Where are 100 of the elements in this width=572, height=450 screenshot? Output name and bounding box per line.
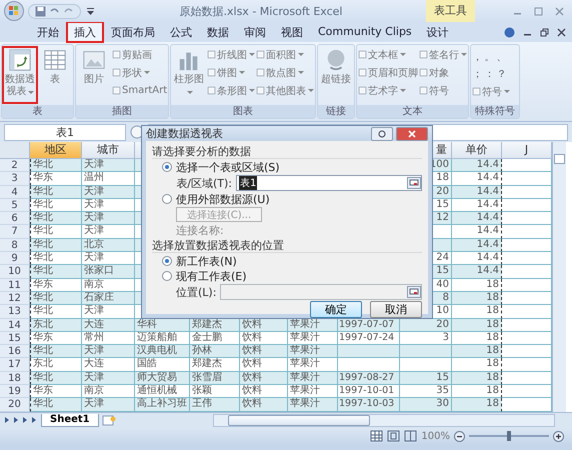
zoom-out-icon[interactable] [454, 430, 465, 442]
sheet-tab[interactable]: Sheet1 [41, 414, 99, 427]
ribbon-tab[interactable]: 设计 [420, 22, 456, 42]
save-icon[interactable] [35, 6, 46, 16]
dialog-button[interactable]: 取消 [370, 301, 422, 318]
maximize-icon[interactable] [534, 6, 543, 16]
ribbon-button[interactable]: 对象 [419, 65, 468, 80]
table-cell: 苹果汁 [288, 372, 338, 386]
table-cell: 18 [452, 398, 502, 412]
range-field[interactable]: 表1 [236, 175, 422, 191]
ribbon-tab[interactable]: 数据 [200, 22, 236, 42]
symbol-button[interactable]: 。 [484, 50, 496, 64]
ribbon-button[interactable]: 超链接 [319, 47, 354, 103]
zoom-slider[interactable] [507, 431, 511, 442]
zoom-in-icon[interactable] [553, 430, 564, 442]
name-box[interactable]: 表1 [4, 124, 126, 140]
office-button[interactable] [4, 1, 24, 21]
field-label: 连接名称: [176, 223, 225, 237]
symbol-button[interactable]: ： [484, 67, 496, 81]
row-number[interactable]: 6 [0, 212, 30, 226]
table-cell: 饮料 [240, 318, 288, 332]
insert-sheet-icon[interactable] [102, 414, 116, 426]
field-label: 位置(L): [176, 284, 216, 300]
row-number[interactable]: 20 [0, 398, 30, 412]
row-number[interactable]: 11 [0, 278, 30, 292]
table-cell: 14.4 [452, 212, 502, 226]
ribbon-button[interactable]: 页眉和页脚 [358, 65, 418, 80]
row-number[interactable]: 7 [0, 225, 30, 239]
page-layout-icon[interactable] [387, 430, 400, 442]
group-label: 插图 [76, 105, 168, 118]
ribbon-button[interactable]: 数据透视表 [3, 47, 37, 103]
column-header[interactable]: 地区 [30, 142, 82, 159]
symbol-button[interactable]: ； [472, 67, 484, 81]
caret-icon[interactable] [85, 6, 96, 16]
row-number[interactable]: 12 [0, 292, 30, 306]
ribbon-button[interactable]: 表 [38, 47, 72, 103]
row-number[interactable]: 13 [0, 305, 30, 319]
row-number[interactable]: 5 [0, 198, 30, 212]
radio-button[interactable] [162, 162, 172, 172]
close-icon[interactable] [557, 28, 566, 37]
ribbon-tab[interactable]: Community Clips [311, 22, 419, 42]
row-number[interactable]: 15 [0, 332, 30, 346]
table-cell: 天津 [82, 398, 135, 412]
ribbon-tab[interactable]: 插入 [67, 22, 103, 42]
row-number[interactable]: 3 [0, 172, 30, 186]
row-number[interactable]: 14 [0, 318, 30, 332]
ribbon-tab[interactable]: 开始 [30, 22, 66, 42]
field-label: 表/区域(T): [175, 176, 232, 190]
ribbon-button[interactable]: 形状 [112, 65, 168, 80]
ribbon-button[interactable]: 符号 [419, 83, 468, 98]
column-header[interactable]: 城市 [82, 142, 135, 159]
table-cell: 天津 [82, 372, 135, 386]
symbol-button[interactable]: ， [472, 50, 484, 64]
ribbon-button[interactable]: 其他图表 [256, 83, 314, 98]
ribbon-button[interactable]: 艺术字 [358, 83, 418, 98]
radio-button[interactable] [162, 256, 172, 266]
row-number[interactable]: 16 [0, 345, 30, 358]
ribbon-tab[interactable]: 页面布局 [104, 22, 162, 42]
page-break-icon[interactable] [404, 430, 418, 442]
table-cell: 18 [452, 292, 502, 306]
ribbon-button[interactable]: 图片 [77, 47, 111, 103]
ribbon-tab[interactable]: 公式 [163, 22, 199, 42]
row-number[interactable]: 4 [0, 186, 30, 199]
row-number[interactable]: 8 [0, 238, 30, 252]
dialog-button[interactable]: 确定 [310, 301, 362, 318]
row-number[interactable]: 2 [0, 159, 30, 172]
ribbon-button[interactable]: 符号 [472, 84, 510, 99]
range-picker-icon[interactable] [407, 177, 421, 189]
normal-view-icon[interactable] [370, 430, 384, 442]
row-number[interactable]: 17 [0, 358, 30, 372]
radio-button[interactable] [162, 271, 172, 281]
ribbon-button[interactable]: 柱形图 [172, 47, 206, 103]
table-cell: 苹果汁 [288, 318, 338, 332]
symbol-button[interactable]: ？ [496, 67, 508, 81]
row-number[interactable]: 19 [0, 385, 30, 398]
ribbon-button[interactable]: 文本框 [358, 47, 418, 62]
restore-icon[interactable] [540, 28, 549, 37]
ribbon-button[interactable]: SmartArt [112, 83, 168, 98]
help-button[interactable] [371, 126, 393, 140]
vertical-scrollbar[interactable] [552, 142, 566, 412]
ribbon-button[interactable]: 面积图 [256, 47, 314, 62]
ribbon-button[interactable]: 签名行 [419, 47, 468, 62]
symbol-button[interactable]: 、 [496, 50, 508, 64]
column-header[interactable]: 单价 [452, 142, 502, 159]
table-cell: 华北 [30, 212, 82, 226]
horizontal-scrollbar[interactable] [213, 414, 555, 427]
help-icon[interactable] [504, 27, 515, 38]
close-button[interactable] [396, 126, 428, 140]
ribbon-tab[interactable]: 审阅 [237, 22, 273, 42]
row-number[interactable]: 10 [0, 265, 30, 279]
row-number[interactable]: 18 [0, 372, 30, 386]
radio-button[interactable] [162, 194, 172, 204]
table-cell [400, 345, 452, 358]
ribbon-button[interactable]: 饼图 [207, 65, 256, 80]
column-header[interactable]: J [502, 142, 552, 159]
ribbon-button[interactable]: 剪贴画 [112, 47, 168, 62]
ribbon-tab[interactable]: 视图 [274, 22, 310, 42]
table-cell: 饮料 [240, 398, 288, 412]
row-number[interactable]: 9 [0, 252, 30, 266]
ribbon-button[interactable]: 散点图 [256, 65, 314, 80]
